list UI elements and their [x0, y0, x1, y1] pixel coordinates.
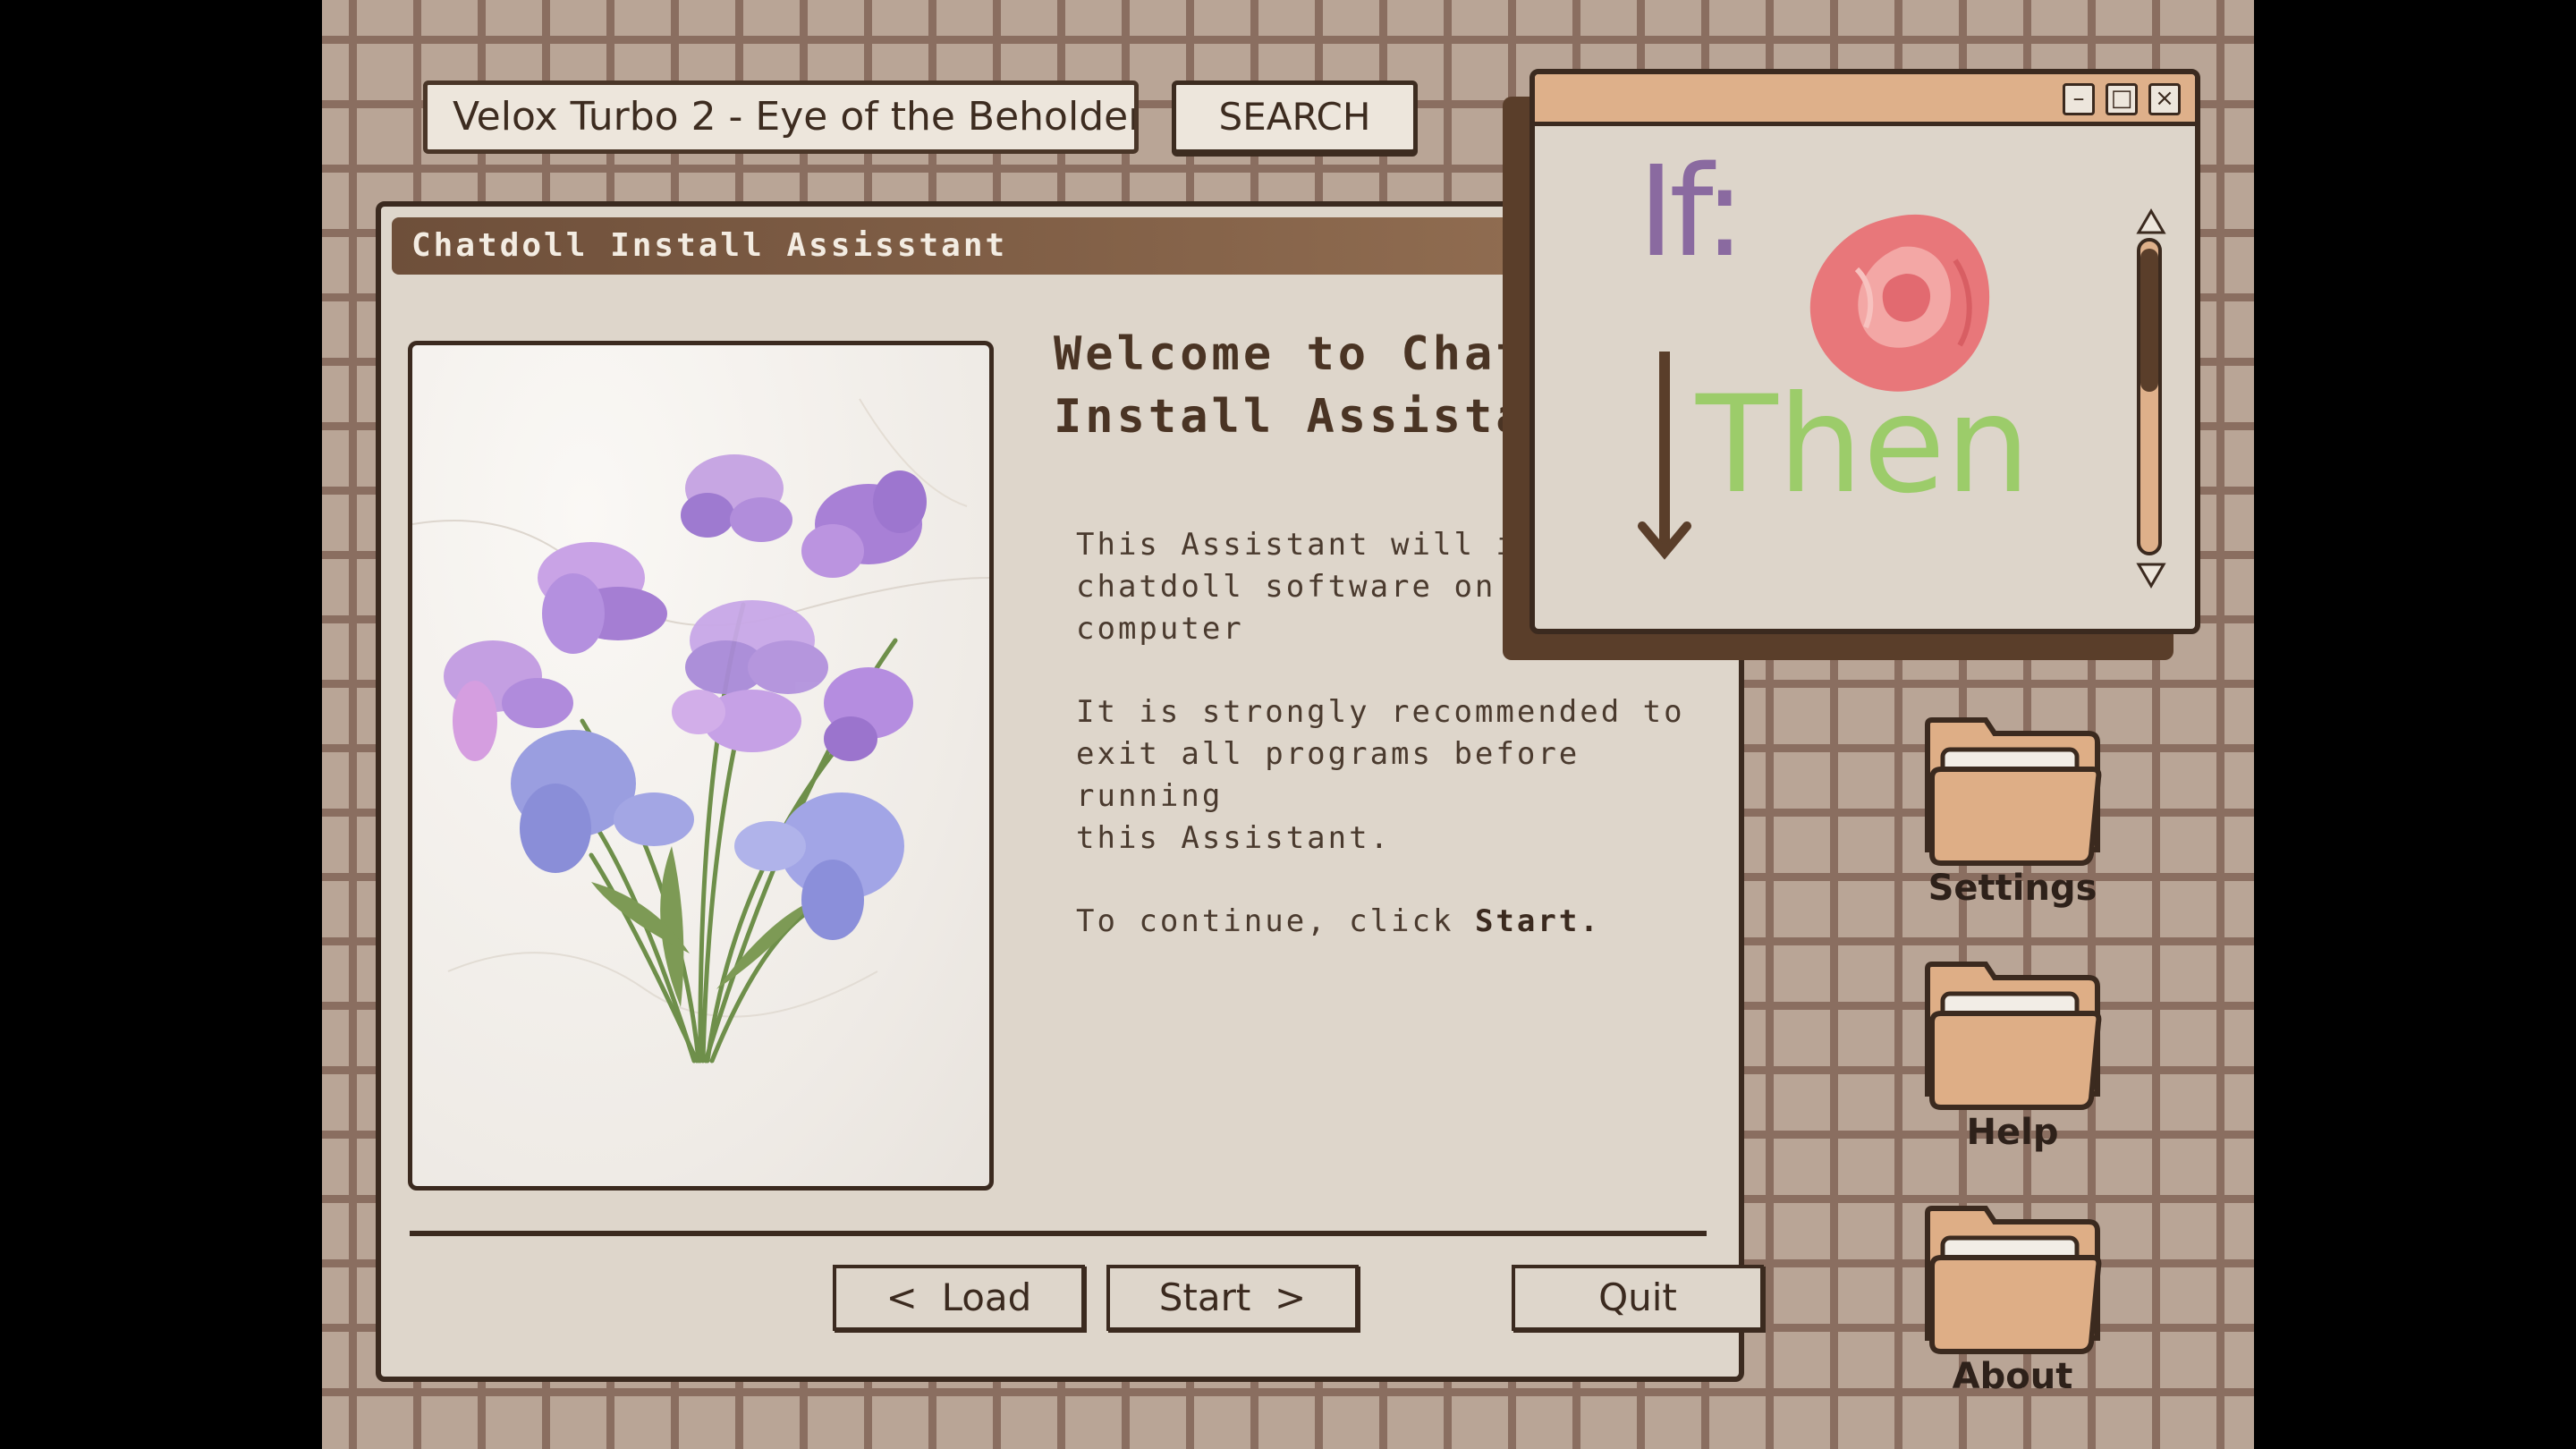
scroll-up-arrow-icon[interactable] [2136, 208, 2166, 235]
paragraph-recommendation: It is strongly recommended to exit all p… [1076, 694, 1685, 856]
help-folder[interactable]: Help [1905, 960, 2102, 1210]
start-emphasis: Start. [1474, 903, 1601, 939]
arrow-down-icon [1638, 352, 1691, 560]
settings-label: Settings [1928, 868, 2097, 909]
maximize-button[interactable]: □ [2106, 83, 2138, 115]
search-input[interactable]: Velox Turbo 2 - Eye of the Beholder | [423, 80, 1139, 154]
folder-icon [1923, 716, 2102, 868]
logo-then-text: Then [1696, 368, 2031, 523]
logo-window-titlebar[interactable]: – □ × [1535, 74, 2195, 126]
minimize-button[interactable]: – [2063, 83, 2095, 115]
paragraph-continue: To continue, click Start. [1076, 901, 1720, 943]
folder-icon [1923, 960, 2102, 1112]
quit-button[interactable]: Quit [1512, 1265, 1764, 1331]
search-button[interactable]: SEARCH [1172, 80, 1418, 154]
scroll-down-arrow-icon[interactable] [2136, 562, 2166, 589]
divider [410, 1231, 1707, 1236]
scrollbar-track[interactable] [2137, 238, 2162, 555]
logo-if-text: If: [1638, 140, 1746, 285]
close-button[interactable]: × [2148, 83, 2181, 115]
continue-text: To continue, click [1076, 903, 1475, 939]
folder-icon [1923, 1204, 2102, 1356]
about-folder[interactable]: About [1905, 1204, 2102, 1449]
scrollbar-thumb[interactable] [2140, 249, 2158, 392]
start-button[interactable]: Start > [1106, 1265, 1359, 1331]
help-label: Help [1966, 1112, 2059, 1153]
logo-window: – □ × If: Then [1530, 69, 2200, 634]
desktop: Velox Turbo 2 - Eye of the Beholder | SE… [322, 0, 2254, 1449]
load-button[interactable]: < Load [833, 1265, 1085, 1331]
about-label: About [1952, 1356, 2073, 1397]
flower-illustration [408, 341, 994, 1191]
settings-folder[interactable]: Settings [1905, 716, 2102, 966]
